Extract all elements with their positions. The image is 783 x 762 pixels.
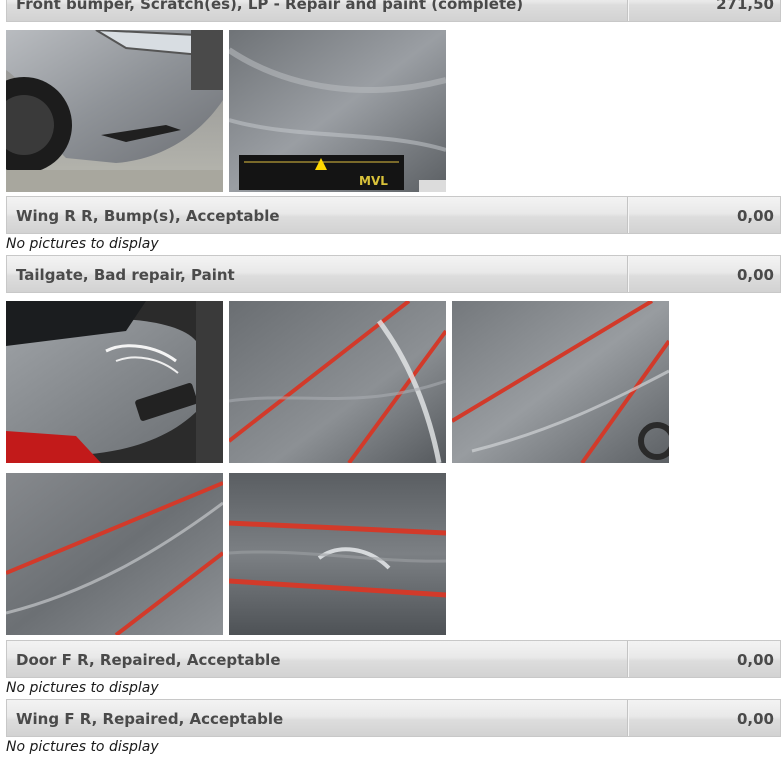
front-bumper-photo[interactable] (6, 30, 223, 192)
tailgate-closeup-photo[interactable] (229, 473, 446, 635)
damage-row-wing-fr[interactable]: Wing F R, Repaired, Acceptable 0,00 (6, 699, 781, 737)
damage-row-label: Tailgate, Bad repair, Paint (16, 266, 235, 284)
column-divider (627, 197, 629, 233)
column-divider (627, 641, 629, 677)
column-divider (627, 256, 629, 292)
damage-row-amount: 0,00 (736, 651, 774, 669)
damage-row-amount: 0,00 (736, 207, 774, 225)
damage-row-front-bumper[interactable]: Front bumper, Scratch(es), LP - Repair a… (6, 0, 781, 22)
no-pictures-note: No pictures to display (6, 739, 159, 755)
damage-row-amount: 0,00 (736, 710, 774, 728)
gauge-brand-text: MVL (359, 174, 388, 188)
column-divider (627, 0, 629, 21)
damage-row-label: Door F R, Repaired, Acceptable (16, 651, 281, 669)
damage-row-label: Wing F R, Repaired, Acceptable (16, 710, 284, 728)
damage-row-door-fr[interactable]: Door F R, Repaired, Acceptable 0,00 (6, 640, 781, 678)
damage-row-amount: 271,50 (716, 0, 774, 13)
damage-row-label: Front bumper, Scratch(es), LP - Repair a… (16, 0, 524, 13)
damage-row-amount: 0,00 (736, 266, 774, 284)
bumper-gauge-photo[interactable]: MVL (229, 30, 446, 192)
tailgate-closeup-photo[interactable] (229, 301, 446, 463)
no-pictures-note: No pictures to display (6, 680, 159, 696)
tailgate-closeup-photo[interactable] (452, 301, 669, 463)
no-pictures-note: No pictures to display (6, 236, 159, 252)
tailgate-closeup-photo[interactable] (6, 473, 223, 635)
damage-row-tailgate[interactable]: Tailgate, Bad repair, Paint 0,00 (6, 255, 781, 293)
damage-row-wing-rr[interactable]: Wing R R, Bump(s), Acceptable 0,00 (6, 196, 781, 234)
column-divider (627, 700, 629, 736)
damage-row-label: Wing R R, Bump(s), Acceptable (16, 207, 280, 225)
tailgate-overview-photo[interactable] (6, 301, 223, 463)
